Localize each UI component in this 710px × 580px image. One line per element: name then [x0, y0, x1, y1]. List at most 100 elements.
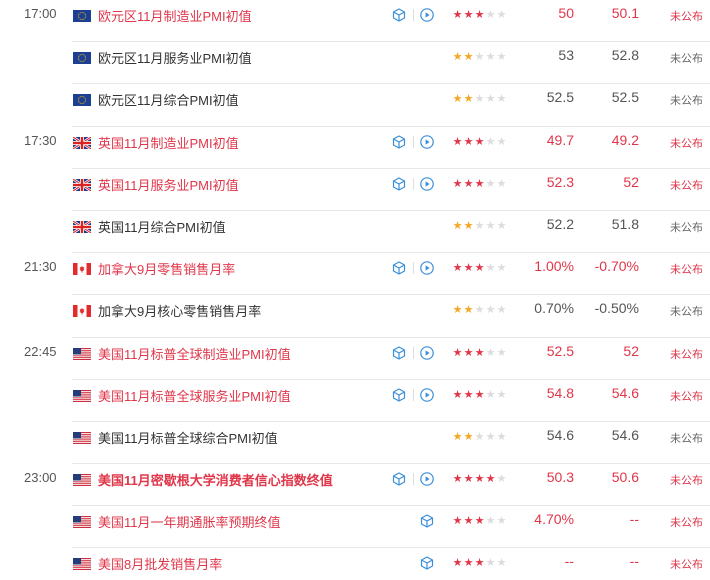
icon-divider: [413, 135, 414, 148]
star-icon: ★: [485, 304, 496, 317]
star-icon: ★: [485, 430, 496, 443]
star-icon: ★: [452, 304, 463, 317]
forecast-value: 50.1: [611, 5, 639, 21]
status-badge: 未公布: [670, 221, 703, 234]
forecast-value: -0.50%: [594, 300, 639, 317]
cube-icon[interactable]: [391, 345, 407, 361]
us-flag-icon: [73, 557, 91, 571]
event-name-link[interactable]: 加拿大9月零售销售月率: [98, 259, 235, 278]
table-row[interactable]: 加拿大9月核心零售销售月率 ★★★★★ 0.70% -0.50% 未公布: [0, 295, 710, 338]
importance-stars: ★★★★★: [452, 556, 507, 569]
event-name-link[interactable]: 美国11月标普全球综合PMI初值: [98, 428, 278, 447]
previous-value: 1.00%: [534, 258, 574, 275]
uk-flag-icon: [72, 219, 92, 235]
star-icon: ★: [474, 93, 485, 106]
event-name-link[interactable]: 美国11月一年期通胀率预期终值: [98, 512, 281, 531]
importance-stars: ★★★★★: [452, 472, 507, 485]
status-badge: 未公布: [670, 390, 703, 403]
star-icon: ★: [474, 262, 485, 275]
previous-value: 49.7: [546, 131, 574, 148]
cube-icon[interactable]: [391, 7, 407, 23]
star-icon: ★: [452, 219, 463, 232]
cube-icon[interactable]: [391, 176, 407, 192]
play-icon[interactable]: [419, 471, 435, 487]
event-time: 17:30: [24, 132, 57, 148]
status-badge: 未公布: [670, 264, 703, 277]
table-row[interactable]: 欧元区11月服务业PMI初值 ★★★★★ 53 52.8 未公布: [0, 42, 710, 85]
forecast-value: 52.5: [611, 89, 639, 106]
status-badge: 未公布: [670, 53, 703, 66]
table-row[interactable]: 美国11月标普全球综合PMI初值 ★★★★★ 54.6 54.6 未公布: [0, 422, 710, 465]
table-row[interactable]: 美国11月一年期通胀率预期终值 ★★★★★ 4.70% -- 未公布: [0, 506, 710, 549]
cube-icon[interactable]: [419, 555, 435, 571]
star-icon: ★: [485, 557, 496, 570]
table-row[interactable]: 23:00 美国11月密歇根大学消费者信心指数终值 ★★★★★ 50.3 50.6 未公…: [0, 464, 710, 507]
event-name-link[interactable]: 美国11月密歇根大学消费者信心指数终值: [98, 470, 333, 489]
star-icon: ★: [452, 262, 463, 275]
previous-value: --: [564, 553, 574, 570]
star-icon: ★: [463, 473, 474, 486]
star-icon: ★: [463, 388, 474, 401]
importance-stars: ★★★★★: [452, 177, 507, 190]
play-icon[interactable]: [419, 345, 435, 361]
previous-value: 53: [558, 47, 574, 64]
status-badge: 未公布: [670, 475, 703, 488]
star-icon: ★: [474, 304, 485, 317]
us-flag-icon: [73, 515, 91, 529]
cube-icon[interactable]: [391, 134, 407, 150]
event-time: 23:00: [24, 470, 57, 486]
status-badge: 未公布: [670, 11, 703, 23]
importance-stars: ★★★★★: [452, 92, 507, 105]
status-badge: 未公布: [670, 179, 703, 192]
cube-icon[interactable]: [391, 260, 407, 276]
eu-flag-icon: [73, 51, 91, 65]
forecast-value: -0.70%: [594, 258, 639, 275]
event-name-link[interactable]: 英国11月服务业PMI初值: [98, 175, 239, 194]
importance-stars: ★★★★★: [452, 303, 507, 316]
event-time: 21:30: [24, 259, 57, 275]
star-icon: ★: [474, 388, 485, 401]
icon-divider: [413, 388, 414, 401]
status-badge: 未公布: [670, 137, 703, 150]
event-name-link[interactable]: 欧元区11月服务业PMI初值: [98, 48, 252, 67]
event-name-link[interactable]: 加拿大9月核心零售销售月率: [98, 301, 261, 320]
star-icon: ★: [485, 135, 496, 148]
status-badge: 未公布: [670, 559, 703, 572]
status-badge: 未公布: [670, 517, 703, 530]
table-row[interactable]: 17:30 英国11月制造业PMI初值 ★★★★★ 49.7 49.2 未公布: [0, 127, 710, 169]
star-icon: ★: [452, 388, 463, 401]
forecast-value: 54.6: [611, 426, 639, 443]
event-name-link[interactable]: 美国11月标普全球服务业PMI初值: [98, 386, 291, 405]
table-row[interactable]: 21:30 加拿大9月零售销售月率 ★★★★★ 1.00% -0.70% 未公布: [0, 253, 710, 296]
star-icon: ★: [485, 219, 496, 232]
play-icon[interactable]: [419, 387, 435, 403]
table-row[interactable]: 17:00 欧元区11月制造业PMI初值 ★★★★★ 50 50.1 未公布: [0, 0, 710, 43]
play-icon[interactable]: [419, 176, 435, 192]
event-name-link[interactable]: 英国11月综合PMI初值: [98, 217, 226, 236]
event-name-link[interactable]: 美国11月标普全球制造业PMI初值: [98, 344, 291, 363]
table-row[interactable]: 英国11月服务业PMI初值 ★★★★★ 52.3 52 未公布: [0, 169, 710, 211]
star-icon: ★: [474, 346, 485, 359]
table-row[interactable]: 英国11月综合PMI初值 ★★★★★ 52.2 51.8 未公布: [0, 211, 710, 254]
star-icon: ★: [463, 93, 474, 106]
table-row[interactable]: 欧元区11月综合PMI初值 ★★★★★ 52.5 52.5 未公布: [0, 84, 710, 127]
play-icon[interactable]: [419, 260, 435, 276]
status-badge: 未公布: [670, 95, 703, 108]
table-row[interactable]: 22:45 美国11月标普全球制造业PMI初值 ★★★★★ 52.5 52 未公布: [0, 338, 710, 380]
star-icon: ★: [452, 346, 463, 359]
play-icon[interactable]: [419, 7, 435, 23]
forecast-value: 52: [623, 342, 639, 359]
event-name-link[interactable]: 欧元区11月综合PMI初值: [98, 90, 239, 109]
table-row[interactable]: 美国11月标普全球服务业PMI初值 ★★★★★ 54.8 54.6 未公布: [0, 380, 710, 422]
event-name-link[interactable]: 美国8月批发销售月率: [98, 554, 222, 573]
event-name-link[interactable]: 英国11月制造业PMI初值: [98, 133, 239, 152]
event-name-link[interactable]: 欧元区11月制造业PMI初值: [98, 6, 252, 25]
cube-icon[interactable]: [391, 387, 407, 403]
play-icon[interactable]: [419, 134, 435, 150]
star-icon: ★: [485, 346, 496, 359]
cube-icon[interactable]: [419, 513, 435, 529]
table-row[interactable]: 美国8月批发销售月率 ★★★★★ -- -- 未公布: [0, 548, 710, 580]
previous-value: 50: [558, 5, 574, 21]
cube-icon[interactable]: [391, 471, 407, 487]
star-icon: ★: [474, 515, 485, 528]
